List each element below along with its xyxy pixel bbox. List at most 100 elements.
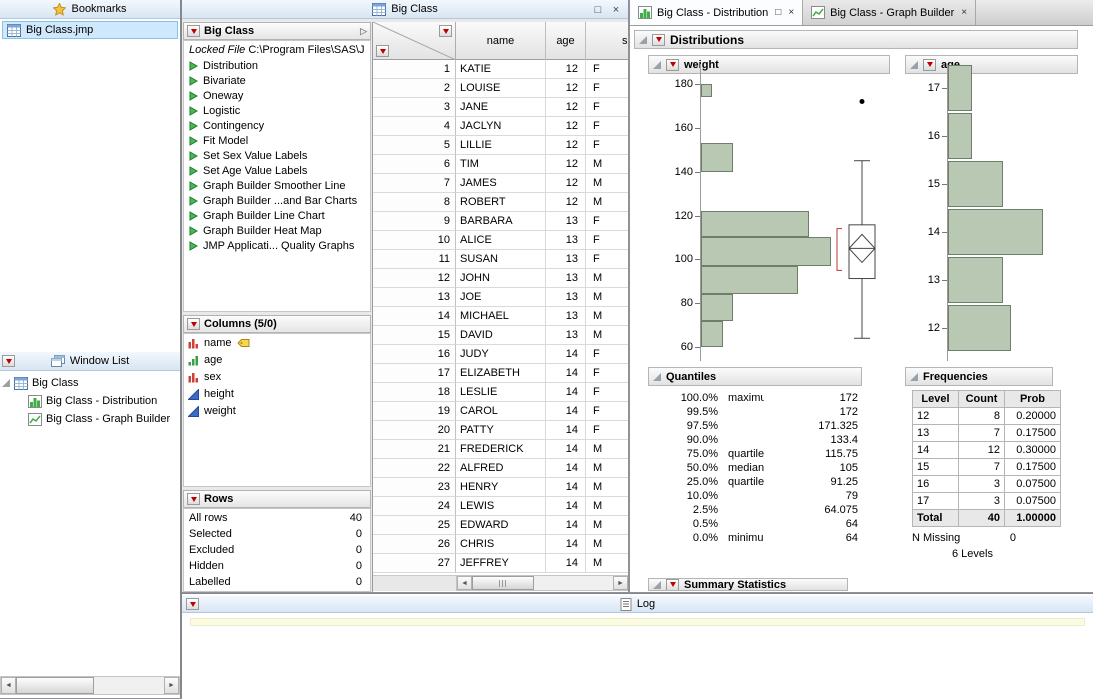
row-number-cell[interactable]: 17 — [373, 364, 456, 383]
column-item[interactable]: weight — [184, 403, 370, 419]
cell[interactable]: M — [586, 269, 628, 288]
cell[interactable]: LOUISE — [456, 79, 546, 98]
cell[interactable]: EDWARD — [456, 516, 546, 535]
cell[interactable]: M — [586, 193, 628, 212]
cell[interactable]: BARBARA — [456, 212, 546, 231]
distributions-outline-header[interactable]: Distributions — [634, 30, 1078, 49]
row-number-cell[interactable]: 9 — [373, 212, 456, 231]
window-list-root-item[interactable]: Big Class — [0, 374, 180, 392]
row-number-cell[interactable]: 27 — [373, 554, 456, 573]
distributions-menu-button[interactable] — [652, 34, 665, 46]
cell[interactable]: M — [586, 155, 628, 174]
row-number-cell[interactable]: 18 — [373, 383, 456, 402]
cell[interactable]: JOHN — [456, 269, 546, 288]
window-list-item[interactable]: Big Class - Graph Builder — [0, 410, 180, 428]
tab-restore-button[interactable]: □ — [775, 7, 781, 18]
cell[interactable]: M — [586, 288, 628, 307]
table-script[interactable]: Graph Builder ...and Bar Charts — [184, 193, 370, 208]
table-row[interactable]: 18LESLIE14F — [373, 383, 628, 402]
row-number-cell[interactable]: 2 — [373, 79, 456, 98]
columns-grid-menu-button[interactable] — [439, 25, 452, 37]
table-row[interactable]: 21FREDERICK14M — [373, 440, 628, 459]
cell[interactable]: JANE — [456, 98, 546, 117]
table-panel-header[interactable]: Big Class ▷ — [183, 22, 371, 40]
cell[interactable]: LESLIE — [456, 383, 546, 402]
cell[interactable]: CAROL — [456, 402, 546, 421]
scrollbar-thumb[interactable] — [16, 677, 94, 694]
histogram-bar[interactable] — [948, 305, 1011, 351]
quantiles-outline-header[interactable]: Quantiles — [648, 367, 862, 386]
cell[interactable]: KATIE — [456, 60, 546, 79]
bookmark-item[interactable]: Big Class.jmp — [2, 21, 178, 39]
cell[interactable]: 14 — [546, 364, 586, 383]
row-number-cell[interactable]: 25 — [373, 516, 456, 535]
cell[interactable]: 12 — [546, 193, 586, 212]
cell[interactable]: M — [586, 307, 628, 326]
table-script[interactable]: Graph Builder Smoother Line — [184, 178, 370, 193]
table-script[interactable]: Set Sex Value Labels — [184, 148, 370, 163]
cell[interactable]: JAMES — [456, 174, 546, 193]
column-item[interactable]: name — [184, 335, 370, 351]
cell[interactable]: CHRIS — [456, 535, 546, 554]
table-row[interactable]: 10ALICE13F — [373, 231, 628, 250]
cell[interactable]: M — [586, 174, 628, 193]
cell[interactable]: M — [586, 535, 628, 554]
cell[interactable]: 14 — [546, 440, 586, 459]
table-row[interactable]: 9BARBARA13F — [373, 212, 628, 231]
cell[interactable]: PATTY — [456, 421, 546, 440]
table-script[interactable]: Bivariate — [184, 73, 370, 88]
cell[interactable]: 14 — [546, 421, 586, 440]
column-header-sex[interactable]: sex — [586, 22, 628, 60]
table-script[interactable]: Set Age Value Labels — [184, 163, 370, 178]
table-row[interactable]: 11SUSAN13F — [373, 250, 628, 269]
cell[interactable]: 13 — [546, 212, 586, 231]
tab-close-button[interactable]: × — [961, 7, 967, 18]
histogram-bar[interactable] — [701, 211, 809, 237]
table-script[interactable]: Graph Builder Heat Map — [184, 223, 370, 238]
histogram-bar[interactable] — [948, 209, 1043, 255]
row-number-cell[interactable]: 22 — [373, 459, 456, 478]
report-tab[interactable]: Big Class - Graph Builder× — [803, 0, 976, 25]
row-number-cell[interactable]: 3 — [373, 98, 456, 117]
disclosure-open-icon[interactable] — [639, 36, 647, 44]
column-item[interactable]: sex — [184, 369, 370, 385]
table-script[interactable]: Graph Builder Line Chart — [184, 208, 370, 223]
table-row[interactable]: 25EDWARD14M — [373, 516, 628, 535]
table-row[interactable]: 27JEFFREY14M — [373, 554, 628, 573]
row-number-cell[interactable]: 19 — [373, 402, 456, 421]
row-number-cell[interactable]: 13 — [373, 288, 456, 307]
cell[interactable]: F — [586, 345, 628, 364]
table-row[interactable]: 20PATTY14F — [373, 421, 628, 440]
row-number-cell[interactable]: 23 — [373, 478, 456, 497]
histogram-bar[interactable] — [701, 321, 723, 347]
cell[interactable]: JEFFREY — [456, 554, 546, 573]
frequencies-outline-header[interactable]: Frequencies — [905, 367, 1053, 386]
table-row[interactable]: 6TIM12M — [373, 155, 628, 174]
histogram-bar[interactable] — [948, 113, 972, 159]
cell[interactable]: F — [586, 383, 628, 402]
cell[interactable]: 14 — [546, 345, 586, 364]
restore-window-button[interactable]: □ — [590, 2, 606, 17]
table-script[interactable]: Oneway — [184, 88, 370, 103]
row-number-cell[interactable]: 11 — [373, 250, 456, 269]
rows-stat[interactable]: All rows40 — [184, 510, 370, 525]
cell[interactable]: 12 — [546, 136, 586, 155]
cell[interactable]: LILLIE — [456, 136, 546, 155]
cell[interactable]: F — [586, 117, 628, 136]
cell[interactable]: 14 — [546, 478, 586, 497]
cell[interactable]: M — [586, 440, 628, 459]
table-row[interactable]: 15DAVID13M — [373, 326, 628, 345]
cell[interactable]: 14 — [546, 383, 586, 402]
histogram-bar[interactable] — [948, 65, 972, 111]
row-number-cell[interactable]: 1 — [373, 60, 456, 79]
scroll-left-button[interactable]: ◄ — [457, 576, 472, 590]
table-row[interactable]: 2LOUISE12F — [373, 79, 628, 98]
rows-grid-menu-button[interactable] — [376, 45, 389, 57]
rows-stat[interactable]: Hidden0 — [184, 558, 370, 573]
row-number-cell[interactable]: 7 — [373, 174, 456, 193]
scroll-right-button[interactable]: ► — [164, 677, 179, 694]
table-script[interactable]: Fit Model — [184, 133, 370, 148]
cell[interactable]: F — [586, 98, 628, 117]
table-row[interactable]: 13JOE13M — [373, 288, 628, 307]
rows-stat[interactable]: Excluded0 — [184, 542, 370, 557]
